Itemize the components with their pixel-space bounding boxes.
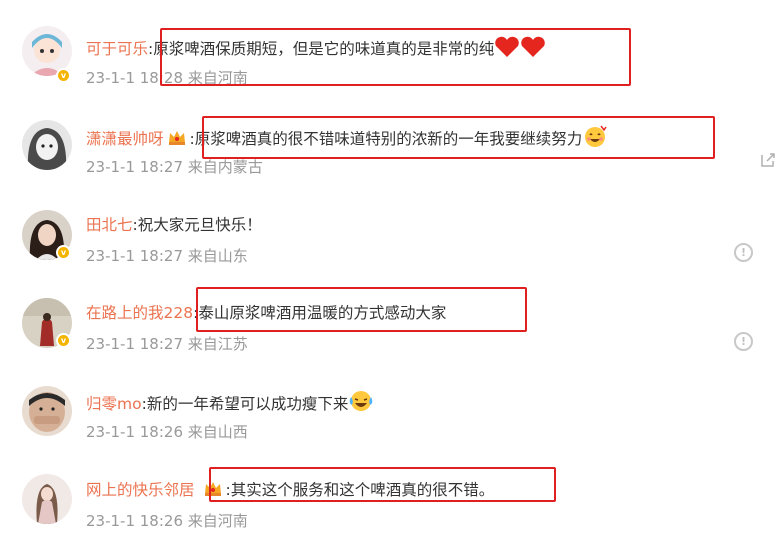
timestamp: 23-1-1 18:26 — [86, 423, 183, 441]
highlight-box — [202, 116, 715, 159]
username[interactable]: 网上的快乐邻居 — [86, 481, 195, 499]
timestamp: 23-1-1 18:27 — [86, 247, 183, 265]
comment-text: :祝大家元旦快乐！ — [132, 216, 262, 234]
username[interactable]: 潇潇最帅呀 — [86, 130, 164, 148]
comment-meta: 23-1-1 18:27 来自山东 — [86, 245, 248, 266]
location: 来自江苏 — [187, 335, 248, 353]
comment-item: 网上的快乐邻居:其实这个服务和这个啤酒真的很不错。 23-1-1 18:26 来… — [0, 0, 776, 530]
reply-icon[interactable] — [760, 152, 776, 168]
location: 来自内蒙古 — [187, 158, 263, 176]
timestamp: 23-1-1 18:26 — [86, 512, 183, 530]
verified-badge-icon: v — [56, 245, 71, 260]
verified-badge-icon: v — [56, 333, 71, 348]
location: 来自河南 — [187, 512, 248, 530]
crown-icon — [167, 129, 187, 146]
comment-line: 田北七:祝大家元旦快乐！ — [86, 213, 262, 235]
avatar[interactable] — [22, 474, 72, 524]
comment-text: :新的一年希望可以成功瘦下来 — [141, 395, 349, 413]
username[interactable]: 田北七 — [86, 216, 133, 234]
comment-meta: 23-1-1 18:26 来自河南 — [86, 510, 248, 531]
highlight-box — [196, 287, 527, 332]
timestamp: 23-1-1 18:27 — [86, 158, 183, 176]
comment-line: 归零mo:新的一年希望可以成功瘦下来 — [86, 389, 374, 417]
location: 来自山东 — [187, 247, 248, 265]
report-icon[interactable]: ! — [734, 332, 753, 351]
report-icon[interactable]: ! — [734, 243, 753, 262]
highlight-box — [209, 467, 556, 502]
location: 来自山西 — [187, 423, 248, 441]
avatar[interactable] — [22, 386, 72, 436]
timestamp: 23-1-1 18:27 — [86, 335, 183, 353]
laugh-cry-icon — [348, 389, 374, 417]
comment-meta: 23-1-1 18:27 来自内蒙古 — [86, 156, 263, 177]
comment-meta: 23-1-1 18:27 来自江苏 — [86, 333, 248, 354]
username[interactable]: 在路上的我228 — [86, 304, 193, 322]
comment-meta: 23-1-1 18:26 来自山西 — [86, 421, 248, 442]
username[interactable]: 归零mo — [86, 395, 142, 413]
avatar[interactable] — [22, 120, 72, 170]
